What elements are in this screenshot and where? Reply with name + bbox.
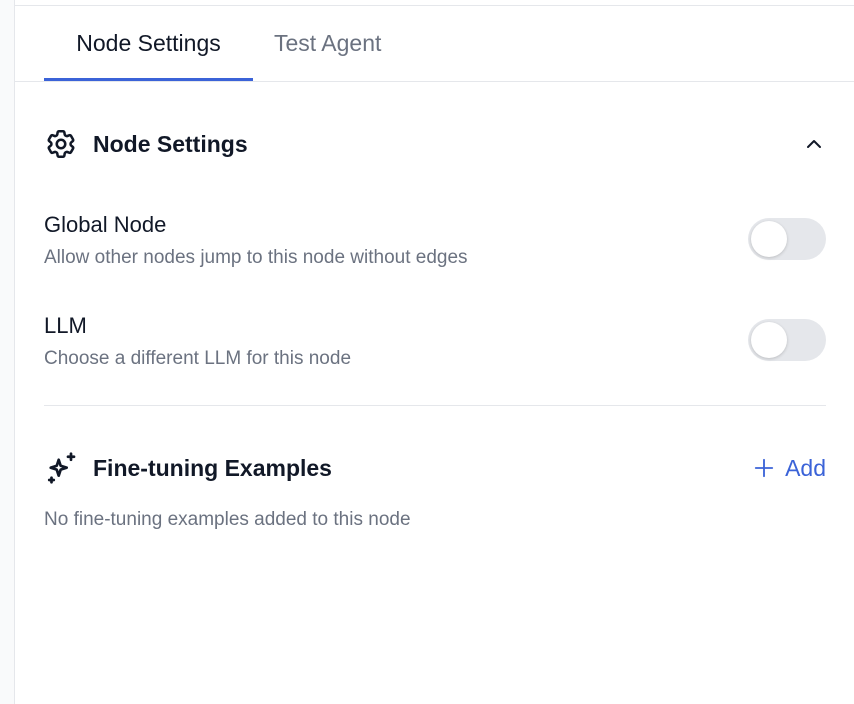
add-example-button[interactable]: Add — [753, 446, 826, 490]
global-node-toggle[interactable] — [748, 218, 826, 260]
setting-global-node: Global Node Allow other nodes jump to th… — [44, 210, 826, 274]
tab-bar: Node Settings Test Agent — [15, 6, 854, 82]
llm-toggle[interactable] — [748, 319, 826, 361]
setting-description: Allow other nodes jump to this node with… — [44, 247, 468, 268]
chevron-up-icon[interactable] — [802, 132, 826, 156]
setting-llm: LLM Choose a different LLM for this node — [44, 311, 826, 375]
node-settings-panel: Node Settings Test Agent Node Settings G… — [0, 0, 854, 704]
canvas-edge — [0, 0, 15, 704]
toggle-knob — [751, 322, 787, 358]
gear-icon — [47, 129, 75, 159]
node-settings-section-header[interactable]: Node Settings — [44, 122, 826, 166]
section-divider — [44, 405, 826, 406]
section-title: Fine-tuning Examples — [93, 455, 332, 481]
fine-tuning-section-header: Fine-tuning Examples Add — [44, 446, 826, 490]
sparkles-icon — [47, 452, 76, 484]
add-label: Add — [785, 454, 826, 481]
toggle-knob — [751, 221, 787, 257]
tab-test-agent[interactable]: Test Agent — [274, 6, 381, 81]
tab-node-settings[interactable]: Node Settings — [44, 6, 253, 81]
setting-label: LLM — [44, 313, 87, 338]
plus-icon — [754, 458, 774, 478]
empty-state-text: No fine-tuning examples added to this no… — [44, 509, 411, 530]
setting-description: Choose a different LLM for this node — [44, 348, 352, 369]
section-title: Node Settings — [93, 131, 248, 157]
setting-label: Global Node — [44, 212, 167, 237]
